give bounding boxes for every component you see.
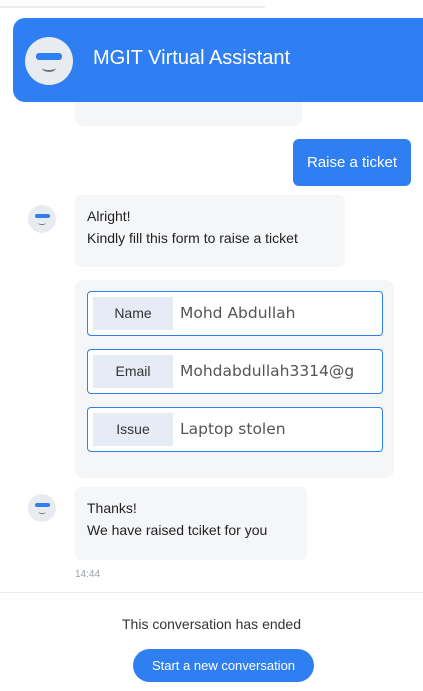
message-list[interactable]: Raise a ticket Alright! Kindly fill this… <box>0 102 423 592</box>
footer-divider <box>0 592 423 593</box>
top-strip <box>0 0 423 18</box>
avatar-smile <box>38 221 46 225</box>
message-timestamp: 14:44 <box>75 569 101 580</box>
bot-message-bubble: Alright! Kindly fill this form to raise … <box>75 195 345 267</box>
header-title: MGIT Virtual Assistant <box>93 47 291 69</box>
ticket-form: Name Mohd Abdullah Email Mohdabdullah331… <box>75 280 394 478</box>
name-field-label: Name <box>93 297 173 330</box>
avatar-visor <box>36 53 62 60</box>
email-input[interactable]: Mohdabdullah3314@g <box>180 355 380 388</box>
bot-face-icon <box>28 494 56 522</box>
issue-input[interactable]: Laptop stolen <box>180 413 380 446</box>
bot-message-line: Kindly fill this form to raise a ticket <box>87 230 298 246</box>
bot-message-bubble: Thanks! We have raised tciket for you <box>75 487 307 560</box>
top-strip-line <box>0 6 265 8</box>
avatar-smile <box>38 510 46 514</box>
email-field[interactable]: Email Mohdabdullah3314@g <box>87 349 383 394</box>
avatar-visor <box>35 503 50 507</box>
avatar-smile <box>42 64 56 72</box>
bot-message-line: Thanks! <box>87 500 137 516</box>
chat-widget: MGIT Virtual Assistant Raise a ticket Al… <box>0 0 423 691</box>
bot-face-icon <box>25 37 73 85</box>
issue-field-label: Issue <box>93 413 173 446</box>
name-field[interactable]: Name Mohd Abdullah <box>87 291 383 336</box>
name-input[interactable]: Mohd Abdullah <box>180 297 380 330</box>
avatar-visor <box>35 214 50 218</box>
previous-message-bubble <box>75 102 302 126</box>
bot-face-icon <box>28 205 56 233</box>
start-new-conversation-button[interactable]: Start a new conversation <box>133 649 314 682</box>
email-field-label: Email <box>93 355 173 388</box>
conversation-ended-text: This conversation has ended <box>122 616 301 632</box>
issue-field[interactable]: Issue Laptop stolen <box>87 407 383 452</box>
bot-message-line: We have raised tciket for you <box>87 522 268 538</box>
user-message-bubble: Raise a ticket <box>293 139 411 186</box>
bot-message-line: Alright! <box>87 208 131 224</box>
chat-header: MGIT Virtual Assistant <box>13 18 423 102</box>
